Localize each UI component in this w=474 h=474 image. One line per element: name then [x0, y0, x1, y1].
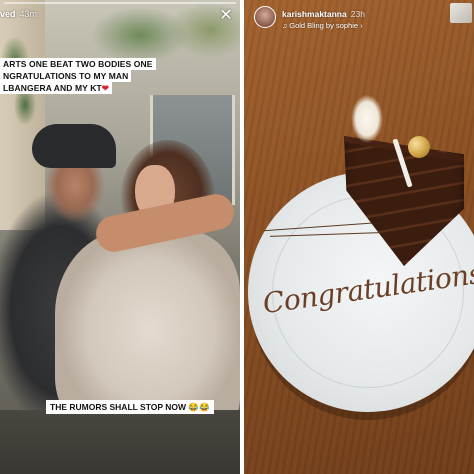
story-time: 43m — [19, 9, 38, 19]
laughing-emoji-icon: 😂😂 — [188, 402, 210, 412]
thumbnail — [450, 3, 472, 23]
story-progress-bar — [4, 2, 236, 4]
story-header: ved 43m — [0, 9, 37, 19]
close-icon[interactable]: ✕ — [218, 8, 234, 24]
avatar[interactable] — [254, 6, 276, 28]
story-time: 23h — [350, 9, 365, 19]
left-story-panel: ved 43m ✕ ARTS ONE BEAT TWO BODIES ONE NG… — [0, 0, 240, 474]
caption-line-3: LBANGERA AND MY KT❤ — [0, 82, 112, 94]
music-title: Gold Bling by sophie — [289, 21, 359, 30]
rumor-text: THE RUMORS SHALL STOP NOW — [50, 402, 187, 412]
cake-photo: Congratulations — [244, 0, 474, 474]
heart-icon: ❤ — [101, 83, 109, 93]
story-header: karishmaktanna 23h — [282, 9, 365, 19]
caption-line-1: ARTS ONE BEAT TWO BODIES ONE — [0, 58, 156, 70]
right-story-panel: Congratulations karishmaktanna 23h ♫ Gold … — [244, 0, 474, 474]
chevron-right-icon: › — [360, 21, 363, 30]
story-caption: ARTS ONE BEAT TWO BODIES ONE NGRATULATIO… — [0, 58, 156, 94]
story-username[interactable]: karishmaktanna — [282, 9, 347, 19]
music-note-icon: ♫ — [282, 23, 288, 30]
caption-line-2: NGRATULATIONS TO MY MAN — [0, 70, 132, 82]
story-username[interactable]: ved — [0, 9, 16, 19]
music-attribution[interactable]: ♫ Gold Bling by sophie › — [282, 21, 363, 30]
rumor-sticker: THE RUMORS SHALL STOP NOW 😂😂 — [46, 400, 214, 414]
